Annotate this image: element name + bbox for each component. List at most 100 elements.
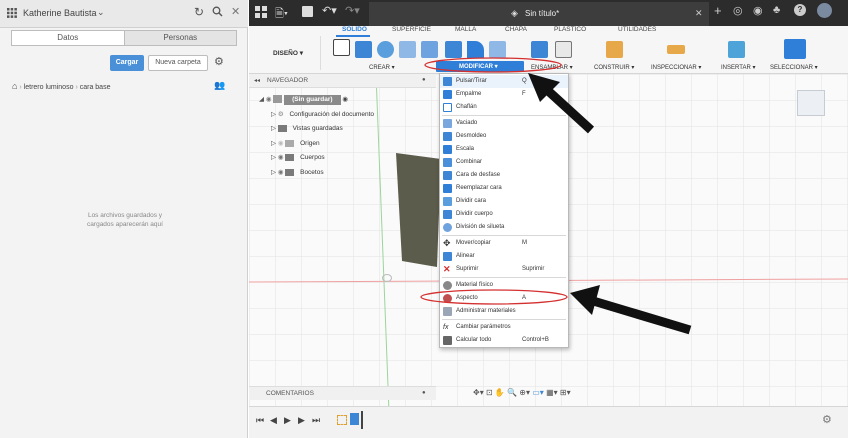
group-select[interactable]: SELECCIONAR ▾ [770, 64, 818, 71]
go-to-end-icon[interactable]: ⏭ [312, 415, 320, 426]
workspace-switcher[interactable]: DISEÑO ▾ [255, 36, 321, 70]
group-create[interactable]: CREAR ▾ [369, 64, 395, 71]
step-back-icon[interactable]: ◀ [270, 415, 277, 426]
timeline-sketch-icon[interactable] [337, 415, 347, 425]
menu-item-compute-all[interactable]: Calcular todo Control+B [440, 334, 568, 347]
menu-item-appearance[interactable]: Aspecto A [440, 292, 568, 305]
navigator-root[interactable]: ◢ ◉ (Sin guardar) ◉ [259, 93, 348, 107]
eye-icon[interactable]: ◉ [266, 96, 272, 103]
menu-item-scale[interactable]: Escala [440, 143, 568, 156]
new-sketch-icon[interactable] [333, 39, 350, 56]
go-to-start-icon[interactable]: ⏮ [256, 415, 264, 426]
box-icon[interactable] [421, 41, 438, 58]
notifications-icon[interactable]: ♣ [773, 4, 780, 16]
play-icon[interactable]: ▶ [284, 415, 291, 426]
tab-datos[interactable]: Datos [12, 31, 124, 45]
viewports-icon[interactable]: ⊞▾ [560, 388, 571, 397]
menu-item-silhouette-split[interactable]: División de silueta [440, 221, 568, 234]
expand-icon[interactable]: ▷ [271, 140, 276, 147]
menu-item-chamfer[interactable]: Chaflán [440, 101, 568, 114]
new-component-icon[interactable] [531, 41, 548, 58]
expand-icon[interactable]: ◢ [259, 96, 264, 103]
timeline-extrude-icon[interactable] [350, 413, 359, 425]
menu-item-draft[interactable]: Desmoldeo [440, 130, 568, 143]
timeline-settings-icon[interactable]: ⚙ [822, 413, 832, 426]
redo-icon[interactable]: ↷▾ [345, 4, 360, 17]
home-icon[interactable]: ⌂ [12, 81, 17, 91]
press-pull-icon[interactable] [445, 41, 462, 58]
upload-button[interactable]: Cargar [110, 55, 144, 71]
group-construct[interactable]: CONSTRUIR ▾ [594, 64, 634, 71]
menu-item-press-pull[interactable]: Pulsar/Tirar Q [440, 75, 568, 88]
navigator-item[interactable]: ▷ ◉ Bocetos [271, 166, 324, 180]
eye-hidden-icon[interactable]: ◉ [278, 140, 284, 147]
extensions-icon[interactable]: ◎ [733, 4, 743, 17]
gear-icon[interactable]: ⚙ [214, 55, 224, 68]
grid-settings-icon[interactable]: ▦▾ [546, 388, 558, 397]
close-icon[interactable]: ✕ [231, 5, 240, 18]
navigator-header[interactable]: ◂◂ NAVEGADOR ● [249, 74, 436, 88]
add-tab-icon[interactable]: + [714, 3, 722, 18]
menu-item-manage-materials[interactable]: Administrar materiales [440, 305, 568, 318]
chevron-down-icon[interactable]: ⌄ [97, 7, 105, 18]
navigator-item[interactable]: ▷ ◉ Cuerpos [271, 151, 325, 165]
group-insert[interactable]: INSERTAR ▾ [721, 64, 755, 71]
fit-icon[interactable]: ⊕▾ [519, 388, 530, 397]
offset-plane-icon[interactable] [606, 41, 623, 58]
tab-sheet-metal[interactable]: CHAPA [505, 26, 527, 33]
tab-utilities[interactable]: UTILIDADES [618, 26, 656, 33]
pin-icon[interactable]: ● [422, 77, 426, 83]
hole-icon[interactable] [399, 41, 416, 58]
save-icon[interactable] [302, 6, 313, 17]
look-at-icon[interactable]: ⊡ [486, 388, 493, 397]
group-assemble[interactable]: ENSAMBLAR ▾ [531, 64, 573, 71]
pin-icon[interactable]: ● [422, 390, 426, 396]
menu-item-delete[interactable]: ✕ Suprimir Suprimir [440, 263, 568, 276]
breadcrumb-project[interactable]: letrero luminoso [24, 84, 74, 91]
expand-icon[interactable]: ▷ [271, 125, 276, 132]
undo-icon[interactable]: ↶▾ [322, 4, 337, 17]
eye-icon[interactable]: ◉ [278, 154, 284, 161]
share-people-icon[interactable]: 👥 [214, 80, 225, 91]
menu-item-replace-face[interactable]: Reemplazar cara [440, 182, 568, 195]
fillet-icon[interactable] [467, 41, 484, 58]
breadcrumb-folder[interactable]: cara base [80, 84, 111, 91]
comments-bar[interactable]: COMENTARIOS ● [249, 386, 436, 400]
extrude-icon[interactable] [355, 41, 372, 58]
timeline-marker[interactable] [361, 411, 363, 429]
menu-item-combine[interactable]: Combinar [440, 156, 568, 169]
view-cube[interactable] [797, 90, 825, 116]
group-modify[interactable]: MODIFICAR ▾ [436, 61, 524, 72]
data-panel-grid-icon[interactable] [255, 6, 267, 18]
zoom-icon[interactable]: 🔍 [507, 388, 517, 397]
job-status-icon[interactable]: ◉ [753, 4, 763, 17]
menu-item-split-body[interactable]: Dividir cuerpo [440, 208, 568, 221]
collapse-icon[interactable]: ◂◂ [254, 77, 260, 84]
close-tab-icon[interactable]: ✕ [695, 8, 703, 19]
file-icon[interactable]: 🗎▾ [275, 5, 288, 24]
user-name[interactable]: Katherine Bautista [23, 8, 97, 18]
tab-surface[interactable]: SUPERFICIE [392, 26, 431, 33]
expand-icon[interactable]: ▷ [271, 111, 276, 118]
step-forward-icon[interactable]: ▶ [298, 415, 305, 426]
menu-item-fillet[interactable]: Empalme F [440, 88, 568, 101]
pan-icon[interactable]: ✋ [495, 388, 505, 397]
help-icon[interactable]: ? [794, 4, 806, 16]
menu-item-split-face[interactable]: Dividir cara [440, 195, 568, 208]
group-inspect[interactable]: INSPECCIONAR ▾ [651, 64, 701, 71]
shell-icon[interactable] [489, 41, 506, 58]
eye-icon[interactable]: ◉ [278, 169, 284, 176]
document-tab[interactable]: ◈ Sin título* ✕ [369, 2, 709, 26]
display-settings-icon[interactable]: ▭▾ [532, 388, 544, 397]
navigator-item[interactable]: ▷ Vistas guardadas [271, 122, 343, 136]
radio-icon[interactable]: ◉ [342, 96, 348, 103]
search-icon[interactable] [212, 6, 223, 19]
measure-icon[interactable] [667, 45, 685, 54]
tab-solid[interactable]: SÓLIDO [342, 26, 367, 33]
apps-grid-icon[interactable] [7, 8, 17, 18]
tab-plastic[interactable]: PLÁSTICO [554, 26, 586, 33]
expand-icon[interactable]: ▷ [271, 154, 276, 161]
tab-personas[interactable]: Personas [123, 31, 236, 45]
navigator-item[interactable]: ▷ ◉ Origen [271, 137, 320, 151]
menu-item-shell[interactable]: Vaciado [440, 117, 568, 130]
